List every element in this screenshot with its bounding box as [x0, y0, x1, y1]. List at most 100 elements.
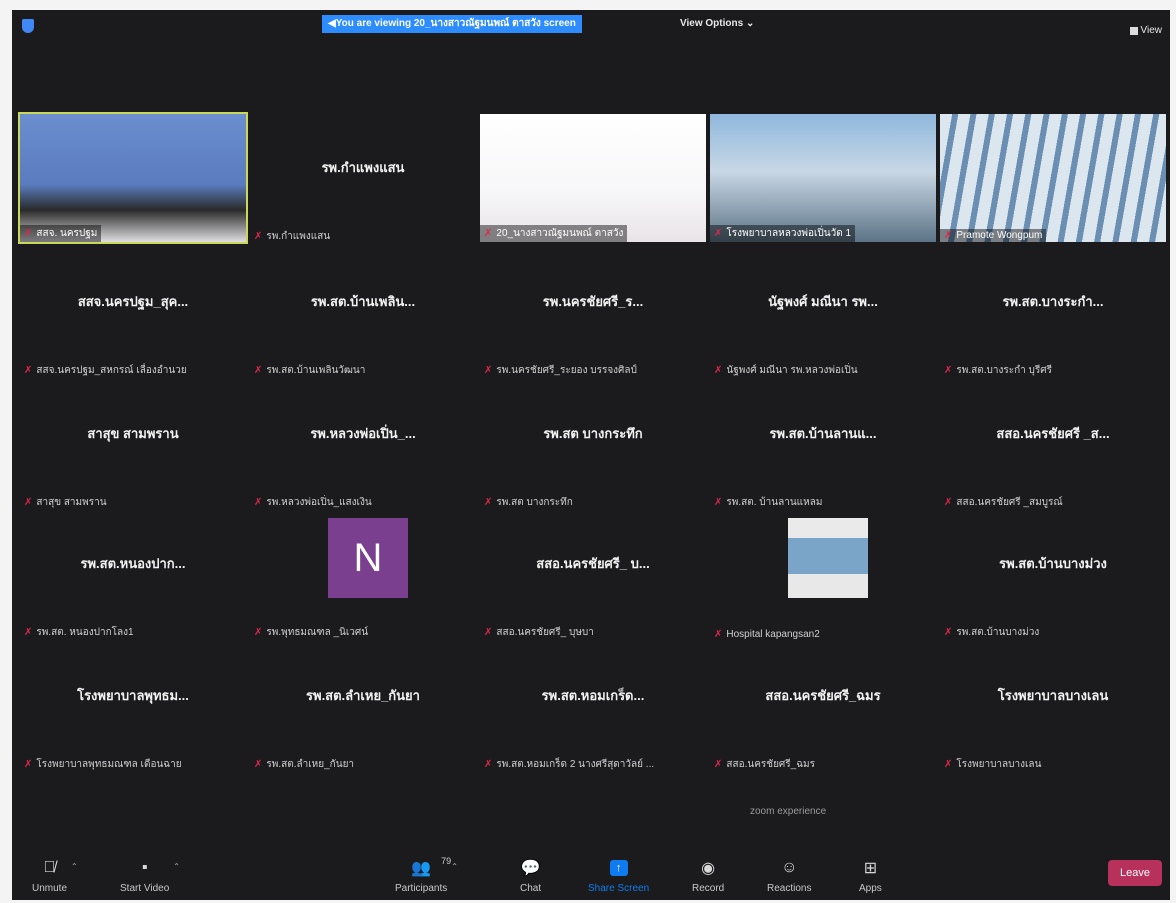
- chat-icon: 💬: [520, 860, 541, 877]
- participant-tile[interactable]: สสอ.นครชัยศรี _ส... ✗ สสอ.นครชัยศรี _สมบูร…: [938, 378, 1168, 513]
- muted-mic-icon: ✗: [24, 365, 33, 376]
- profile-picture: [788, 518, 868, 598]
- participant-tile[interactable]: รพ.สต บางกระทึก ✗ รพ.สต บางกระทึก: [478, 378, 708, 513]
- participant-tile[interactable]: โรงพยาบาลบางเลน ✗ โรงพยาบาลบางเลน: [938, 640, 1168, 775]
- participant-display-name: รพ.สต.หอมเกร็ด...: [541, 688, 645, 703]
- audio-options-caret-icon[interactable]: ⌃: [71, 862, 78, 871]
- participant-label: ✗ 20_นางสาวณัฐมนพณ์ ตาสวัง: [480, 225, 628, 242]
- start-video-button[interactable]: ▪︎ Start Video ⌃: [120, 858, 180, 894]
- muted-mic-icon: ✗: [484, 759, 493, 770]
- muted-mic-icon: ✗: [944, 497, 953, 508]
- muted-mic-icon: ✗: [944, 759, 953, 770]
- share-screen-icon: ↑: [609, 860, 628, 876]
- participants-count: 79: [441, 856, 452, 866]
- apps-button[interactable]: ⊞ Apps: [859, 858, 882, 894]
- participant-tile[interactable]: รพ.สต.ลำเหย_กันยา ✗ รพ.สต.ลำเหย_กันยา: [248, 640, 478, 775]
- participants-options-caret-icon[interactable]: ⌃: [451, 862, 458, 871]
- apps-icon: ⊞: [863, 860, 878, 877]
- gallery-view: ✗ สสจ. นครปฐม รพ.กำแพงแสน ✗ รพ.กำแพงแสน ✗ 20_น…: [12, 10, 1170, 900]
- participant-tile[interactable]: รพ.กำแพงแสน ✗ รพ.กำแพงแสน: [248, 112, 478, 247]
- participant-tile[interactable]: รพ.สต.บางระกำ... ✗ รพ.สต.บางระกำ บุรีศรี: [938, 246, 1168, 381]
- participant-tile[interactable]: ✗ Hospital kapangsan2: [708, 508, 938, 643]
- participant-display-name: รพ.สต.หนองปาก...: [80, 556, 186, 571]
- participant-name: รพ.นครชัยศรี_ระยอง บรรจงศิลป์: [496, 365, 637, 376]
- participant-display-name: รพ.นครชัยศรี_ร...: [542, 294, 644, 309]
- participants-label: Participants: [395, 883, 448, 894]
- participant-display-name: รพ.หลวงพ่อเปิ่น_...: [310, 426, 416, 441]
- unmute-label: Unmute: [32, 883, 68, 894]
- muted-mic-icon: ✗: [944, 230, 953, 241]
- video-options-caret-icon[interactable]: ⌃: [173, 862, 180, 871]
- video-off-icon: ▪︎: [141, 859, 148, 876]
- participant-tile[interactable]: รพ.สต.บ้านลานแ... ✗ รพ.สต. บ้านลานแหลม: [708, 378, 938, 513]
- participant-tile[interactable]: N ✗ รพ.พุทธมณฑล _นิเวศน์: [248, 508, 478, 643]
- participant-tile[interactable]: สสอ.นครชัยศรี_ฉมร ✗ สสอ.นครชัยศรี_ฉมร: [708, 640, 938, 775]
- participant-tile[interactable]: ✗ Pramote Wongpum: [938, 112, 1168, 247]
- muted-mic-icon: ✗: [254, 231, 263, 242]
- muted-mic-icon: ✗: [254, 497, 263, 508]
- reactions-label: Reactions: [767, 883, 812, 894]
- participant-tile[interactable]: ✗ สสจ. นครปฐม: [18, 112, 248, 247]
- participant-display-name: รพ.สต.บ้านบางม่วง: [999, 556, 1107, 571]
- share-screen-button[interactable]: ↑ Share Screen: [588, 858, 649, 894]
- reactions-button[interactable]: ☺ Reactions: [767, 858, 811, 894]
- participant-tile[interactable]: รพ.นครชัยศรี_ร... ✗ รพ.นครชัยศรี_ระยอง บรร…: [478, 246, 708, 381]
- participant-display-name: รพ.กำแพงแสน: [321, 160, 405, 175]
- muted-mic-icon: ✗: [484, 365, 493, 376]
- participant-tile[interactable]: โรงพยาบาลพุทธม... ✗ โรงพยาบาลพุทธมณฑล เดือ…: [18, 640, 248, 775]
- participant-name: รพ.พุทธมณฑล _นิเวศน์: [266, 627, 369, 638]
- chat-label: Chat: [520, 883, 542, 894]
- participant-label: ✗ นัฐพงศ์ มณีนา รพ.หลวงพ่อเปิ่น: [714, 363, 934, 378]
- participant-display-name: สสจ.นครปฐม_สุค...: [77, 294, 189, 309]
- participant-video: ✗ สสจ. นครปฐม: [18, 112, 248, 244]
- participant-label: ✗ โรงพยาบาลบางเลน: [944, 757, 1164, 772]
- participant-video: ✗ 20_นางสาวณัฐมนพณ์ ตาสวัง: [480, 114, 706, 242]
- participant-tile[interactable]: ✗ โรงพยาบาลหลวงพ่อเปิ่นวัด 1: [708, 112, 938, 247]
- participant-tile[interactable]: รพ.สต.บ้านเพลิน... ✗ รพ.สต.บ้านเพลินวัฒนา: [248, 246, 478, 381]
- muted-mic-icon: ✗: [24, 627, 33, 638]
- muted-mic-icon: ✗: [24, 228, 33, 239]
- participant-tile[interactable]: สาสุข สามพราน ✗ สาสุข สามพราน: [18, 378, 248, 513]
- participant-tile[interactable]: รพ.สต.หนองปาก... ✗ รพ.สต. หนองปากโลง1: [18, 508, 248, 643]
- avatar: N: [328, 518, 408, 598]
- participant-tile[interactable]: สสอ.นครชัยศรี_ บ... ✗ สสอ.นครชัยศรี_ บุษบา: [478, 508, 708, 643]
- unmute-button[interactable]: 🎙̸ Unmute ⌃: [32, 858, 78, 894]
- participant-tile[interactable]: รพ.สต.บ้านบางม่วง ✗ รพ.สต.บ้านบางม่วง: [938, 508, 1168, 643]
- participant-name: นัฐพงศ์ มณีนา รพ.หลวงพ่อเปิ่น: [726, 365, 858, 376]
- record-icon: ◉: [701, 860, 716, 877]
- muted-mic-icon: ✗: [254, 365, 263, 376]
- participant-label: ✗ สสจ. นครปฐม: [20, 225, 102, 242]
- muted-mic-icon: ✗: [484, 228, 493, 239]
- chat-button[interactable]: 💬 Chat: [520, 858, 541, 894]
- muted-mic-icon: ✗: [714, 228, 723, 239]
- participant-tile[interactable]: รพ.สต.หอมเกร็ด... ✗ รพ.สต.หอมเกร็ด 2 นางศร…: [478, 640, 708, 775]
- participant-tile[interactable]: สสจ.นครปฐม_สุค... ✗ สสจ.นครปฐม_สหกรณ์ เลื่…: [18, 246, 248, 381]
- muted-mic-icon: ✗: [944, 365, 953, 376]
- participant-tile[interactable]: ✗ 20_นางสาวณัฐมนพณ์ ตาสวัง: [478, 112, 708, 247]
- muted-mic-icon: ✗: [944, 627, 953, 638]
- participant-label: ✗ รพ.สต.บ้านเพลินวัฒนา: [254, 363, 474, 378]
- participant-name: สสจ. นครปฐม: [36, 228, 98, 239]
- participant-name: โรงพยาบาลบางเลน: [956, 759, 1042, 770]
- participant-tile[interactable]: นัฐพงศ์ มณีนา รพ... ✗ นัฐพงศ์ มณีนา รพ.หลว…: [708, 246, 938, 381]
- participant-display-name: โรงพยาบาลพุทธม...: [77, 688, 189, 703]
- participant-display-name: สสอ.นครชัยศรี _ส...: [996, 426, 1110, 441]
- participant-display-name: สสอ.นครชัยศรี_ บ...: [536, 556, 650, 571]
- participant-name: รพ.สต.หอมเกร็ด 2 นางศรีสุดาวัลย์ ...: [496, 759, 655, 770]
- leave-button[interactable]: Leave: [1108, 860, 1162, 886]
- start-video-label: Start Video: [120, 883, 170, 894]
- zoom-meeting-window: ◀︎You are viewing 20_นางสาวณัฐมนพณ์ ตาสว…: [12, 10, 1170, 900]
- muted-mic-icon: ✗: [714, 759, 723, 770]
- participant-display-name: นัฐพงศ์ มณีนา รพ...: [768, 294, 878, 309]
- participant-name: Pramote Wongpum: [956, 230, 1043, 241]
- participant-label: ✗ รพ.สต.บางระกำ บุรีศรี: [944, 363, 1164, 378]
- apps-label: Apps: [859, 883, 882, 894]
- participant-label: ✗ รพ.กำแพงแสน: [254, 229, 474, 244]
- record-button[interactable]: ◉ Record: [692, 858, 724, 894]
- reactions-icon: ☺: [781, 859, 798, 876]
- participants-button[interactable]: 👥 79 Participants ⌃: [395, 856, 458, 894]
- participant-tile[interactable]: รพ.หลวงพ่อเปิ่น_... ✗ รพ.หลวงพ่อเปิ่น_แสงเ…: [248, 378, 478, 513]
- participant-name: Hospital kapangsan2: [726, 629, 820, 640]
- participant-display-name: สาสุข สามพราน: [87, 426, 179, 441]
- muted-mic-icon: ✗: [714, 497, 723, 508]
